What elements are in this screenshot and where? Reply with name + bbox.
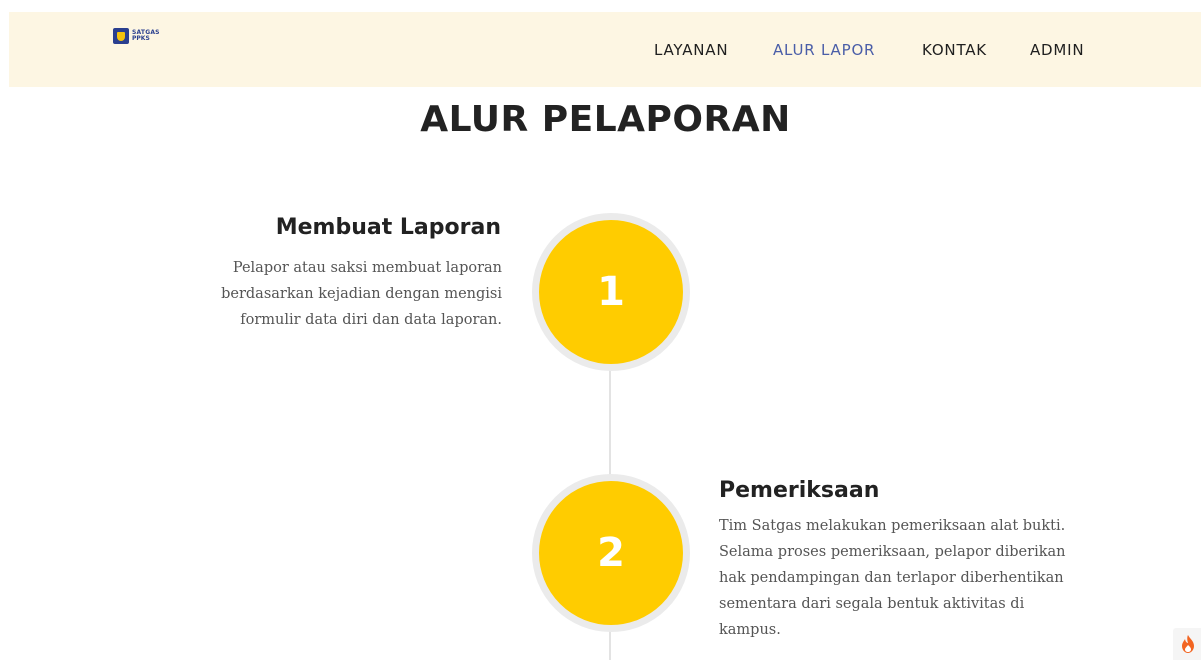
- step-title: Pemeriksaan: [719, 478, 880, 503]
- nav-item-kontak[interactable]: KONTAK: [922, 41, 987, 59]
- page-title: ALUR PELAPORAN: [420, 99, 791, 140]
- top-strip: [0, 0, 1201, 12]
- step-title: Membuat Laporan: [275, 215, 501, 240]
- nav-item-alur-lapor[interactable]: ALUR LAPOR: [773, 41, 875, 59]
- main-nav: LAYANAN ALUR LAPOR KONTAK ADMIN: [0, 41, 1201, 61]
- step-description: Tim Satgas melakukan pemeriksaan alat bu…: [719, 518, 1066, 638]
- flame-icon[interactable]: [1173, 628, 1201, 660]
- step-description: Pelapor atau saksi membuat laporan berda…: [221, 260, 502, 328]
- nav-item-layanan[interactable]: LAYANAN: [654, 41, 728, 59]
- step-number-circle: 1: [532, 213, 690, 371]
- nav-item-admin[interactable]: ADMIN: [1030, 41, 1084, 59]
- step-number-circle: 2: [532, 474, 690, 632]
